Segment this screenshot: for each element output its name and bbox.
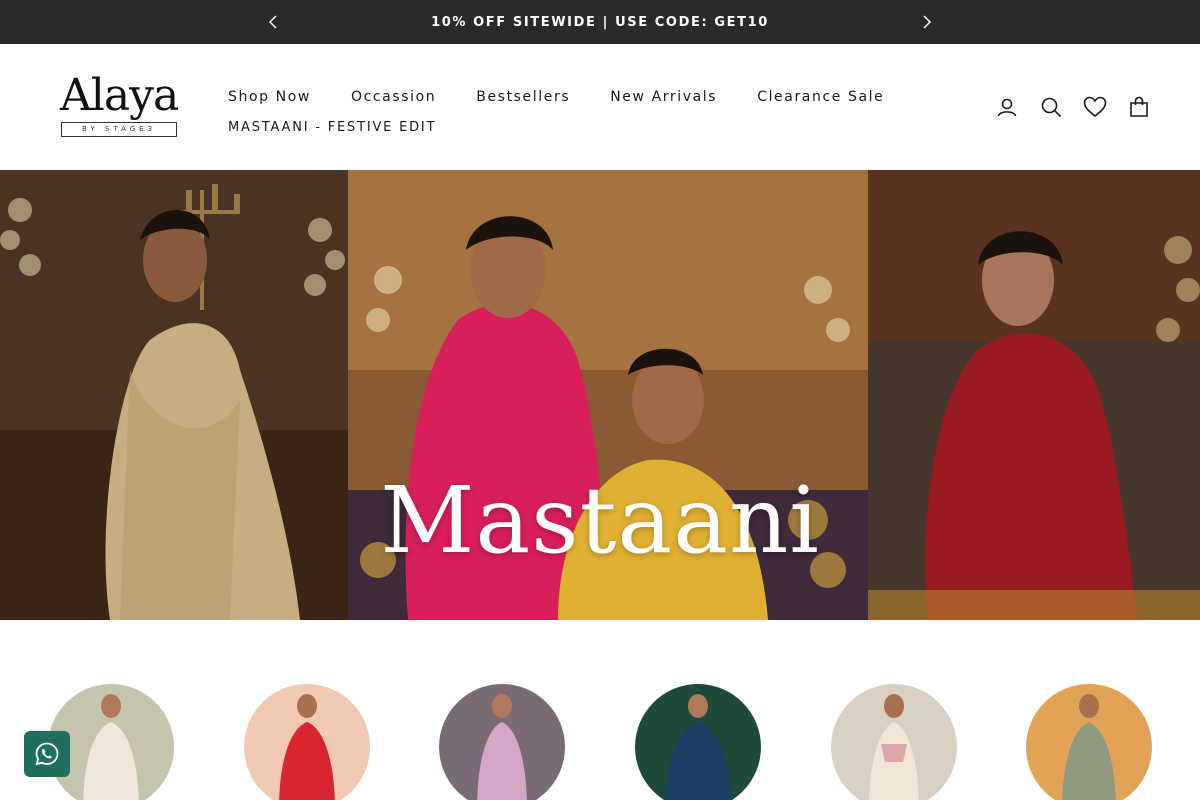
announcement-text: 10% OFF SITEWIDE | USE CODE: GET10: [431, 14, 769, 30]
hero-title: Mastaani: [380, 467, 820, 574]
account-button[interactable]: [994, 94, 1020, 120]
nav-row-primary: Shop Now Occassion Bestsellers New Arriv…: [228, 82, 928, 112]
category-circle-5[interactable]: [831, 684, 957, 800]
hero-banner[interactable]: Mastaani: [0, 170, 1200, 620]
nav-new-arrivals[interactable]: New Arrivals: [610, 89, 717, 105]
nav-occassion[interactable]: Occassion: [351, 89, 436, 105]
category-circle-3[interactable]: [439, 684, 565, 800]
logo-tagline: BY STAGE3: [61, 122, 177, 137]
nav-mastaani-festive-edit[interactable]: MASTAANI - FESTIVE EDIT: [228, 120, 436, 135]
search-button[interactable]: [1038, 94, 1064, 120]
account-icon: [997, 98, 1017, 117]
site-header: Alaya BY STAGE3 Shop Now Occassion Bests…: [0, 44, 1200, 170]
whatsapp-chat-button[interactable]: [24, 731, 70, 777]
chevron-left-icon: [268, 15, 277, 29]
nav-bestsellers[interactable]: Bestsellers: [476, 89, 570, 105]
nav-shop-now[interactable]: Shop Now: [228, 89, 311, 105]
wishlist-heart-icon: [1083, 96, 1107, 118]
cart-bag-icon: [1130, 96, 1148, 117]
chevron-right-icon: [923, 15, 932, 29]
whatsapp-icon: [35, 742, 59, 766]
category-circle-2[interactable]: [244, 684, 370, 800]
brand-logo[interactable]: Alaya BY STAGE3: [60, 70, 179, 142]
nav-clearance-sale[interactable]: Clearance Sale: [757, 89, 884, 105]
category-circle-6[interactable]: [1026, 684, 1152, 800]
cart-button[interactable]: [1126, 94, 1152, 120]
wishlist-button[interactable]: [1082, 94, 1108, 120]
announcement-bar: 10% OFF SITEWIDE | USE CODE: GET10: [0, 0, 1200, 44]
category-carousel: [0, 684, 1200, 800]
logo-wordmark: Alaya: [60, 70, 179, 121]
search-icon: [1041, 97, 1062, 118]
category-circle-4[interactable]: [635, 684, 761, 800]
announcement-next-button[interactable]: [914, 10, 938, 34]
main-nav: Shop Now Occassion Bestsellers New Arriv…: [228, 82, 928, 142]
nav-row-secondary: MASTAANI - FESTIVE EDIT: [228, 112, 928, 142]
announcement-prev-button[interactable]: [262, 10, 286, 34]
header-icons: [994, 94, 1152, 120]
